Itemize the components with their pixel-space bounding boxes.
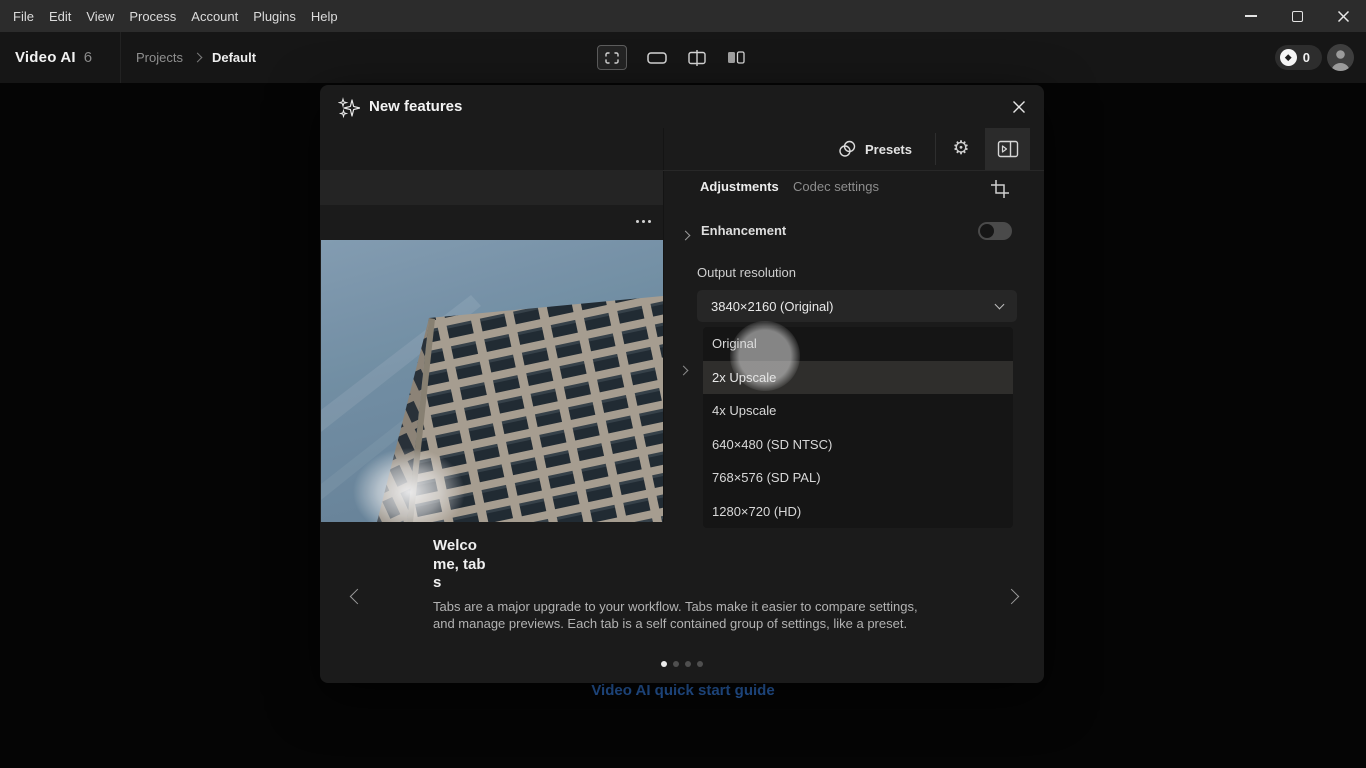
gear-icon: ⚙ (952, 138, 969, 159)
output-resolution-select[interactable]: 3840×2160 (Original) (697, 290, 1017, 322)
resolution-dropdown-menu: Original 2x Upscale 4x Upscale 640×480 (… (703, 327, 1013, 528)
quick-start-guide-link[interactable]: Video AI quick start guide (591, 682, 774, 699)
carousel-dot-3[interactable] (685, 661, 691, 667)
enhancement-expand-chevron[interactable] (682, 226, 689, 244)
credits-pill[interactable]: ◆ 0 (1275, 45, 1322, 70)
enhancement-label[interactable]: Enhancement (701, 223, 786, 238)
sparkles-icon (338, 97, 360, 119)
maximize-button[interactable] (1274, 0, 1320, 32)
panel-collapse-chevron[interactable] (680, 361, 687, 379)
titlebar: File Edit View Process Account Plugins H… (0, 0, 1366, 32)
more-options-icon[interactable] (636, 220, 651, 223)
slide-description: Tabs are a major upgrade to your workflo… (433, 599, 925, 632)
menu-plugins[interactable]: Plugins (253, 9, 296, 24)
breadcrumb-projects[interactable]: Projects (136, 50, 183, 65)
crop-button[interactable] (990, 177, 1014, 201)
settings-gear-button[interactable]: ⚙ (947, 135, 975, 163)
minimize-icon (1245, 15, 1257, 17)
window-controls (1228, 0, 1366, 32)
output-resolution-label: Output resolution (697, 265, 796, 280)
option-768x576[interactable]: 768×576 (SD PAL) (703, 461, 1013, 495)
slide-heading: Welcome, tabs (433, 537, 487, 593)
option-original[interactable]: Original (703, 327, 1013, 361)
view-mode-side-by-side-button[interactable] (727, 51, 745, 64)
split-view-icon (687, 50, 707, 66)
carousel-next-button[interactable] (998, 583, 1024, 609)
breadcrumb: Projects Default (136, 32, 256, 83)
presets-circles-icon (838, 140, 856, 158)
toggle-knob (980, 224, 994, 238)
account-avatar[interactable] (1327, 44, 1354, 71)
option-4x-upscale[interactable]: 4x Upscale (703, 394, 1013, 428)
panel-toggle-button[interactable] (985, 128, 1030, 170)
video-preview-frame (321, 240, 663, 522)
presets-button[interactable]: Presets (838, 135, 912, 163)
close-icon (1337, 10, 1350, 23)
panel-divider (663, 170, 1044, 171)
menu-view[interactable]: View (86, 9, 114, 24)
tab-codec-settings[interactable]: Codec settings (793, 179, 879, 194)
close-window-button[interactable] (1320, 0, 1366, 32)
menu-edit[interactable]: Edit (49, 9, 71, 24)
close-icon (1012, 100, 1026, 114)
option-1280x720[interactable]: 1280×720 (HD) (703, 495, 1013, 529)
panel-divider (663, 128, 664, 522)
skyscraper-preview-image (321, 240, 663, 522)
option-640x480[interactable]: 640×480 (SD NTSC) (703, 428, 1013, 462)
presets-label: Presets (865, 142, 912, 157)
toolbar-divider (120, 32, 121, 83)
carousel-dots (661, 661, 703, 667)
minimize-button[interactable] (1228, 0, 1274, 32)
credits-icon: ◆ (1280, 49, 1297, 66)
fit-view-icon (604, 51, 620, 65)
app-toolbar: Video AI 6 Projects Default (0, 32, 1366, 83)
carousel-dot-1[interactable] (661, 661, 667, 667)
dialog-header: New features (320, 85, 1044, 128)
menu-file[interactable]: File (13, 9, 34, 24)
chevron-right-icon (1003, 588, 1019, 604)
app-window: File Edit View Process Account Plugins H… (0, 0, 1366, 768)
maximize-icon (1292, 11, 1303, 22)
enhancement-toggle[interactable] (978, 222, 1012, 240)
single-frame-icon (647, 52, 667, 64)
breadcrumb-current-project[interactable]: Default (212, 50, 256, 65)
preview-tab-strip[interactable] (320, 170, 663, 205)
view-mode-original-button[interactable] (647, 52, 667, 64)
breadcrumb-chevron-icon (193, 53, 203, 63)
tab-adjustments[interactable]: Adjustments (700, 179, 779, 194)
view-mode-single-button[interactable] (597, 45, 627, 70)
chevron-left-icon (349, 588, 365, 604)
output-resolution-value: 3840×2160 (Original) (711, 299, 834, 314)
option-2x-upscale[interactable]: 2x Upscale (703, 361, 1013, 395)
view-mode-split-button[interactable] (687, 50, 707, 66)
toolbar-right: ◆ 0 (1275, 32, 1354, 83)
menu-bar: File Edit View Process Account Plugins H… (0, 9, 338, 24)
preview-toolbar (320, 205, 663, 240)
menu-help[interactable]: Help (311, 9, 338, 24)
chevron-down-icon (995, 300, 1005, 310)
app-version: 6 (84, 49, 92, 66)
side-by-side-icon (727, 51, 745, 64)
menu-process[interactable]: Process (129, 9, 176, 24)
dialog-close-button[interactable] (1008, 96, 1030, 118)
preview-panel-icon (997, 140, 1019, 158)
new-features-dialog: New features (320, 85, 1044, 683)
app-brand: Video AI 6 (15, 32, 92, 83)
menu-account[interactable]: Account (191, 9, 238, 24)
panel-divider (935, 133, 936, 165)
carousel-dot-4[interactable] (697, 661, 703, 667)
person-icon (1327, 44, 1354, 71)
carousel-previous-button[interactable] (344, 583, 370, 609)
chevron-right-icon (679, 366, 689, 376)
crop-icon (990, 179, 1010, 199)
dialog-title: New features (369, 98, 462, 115)
credits-count: 0 (1303, 50, 1310, 65)
view-mode-switcher (597, 32, 745, 83)
chevron-right-icon (681, 231, 691, 241)
carousel-dot-2[interactable] (673, 661, 679, 667)
app-name: Video AI (15, 49, 76, 66)
